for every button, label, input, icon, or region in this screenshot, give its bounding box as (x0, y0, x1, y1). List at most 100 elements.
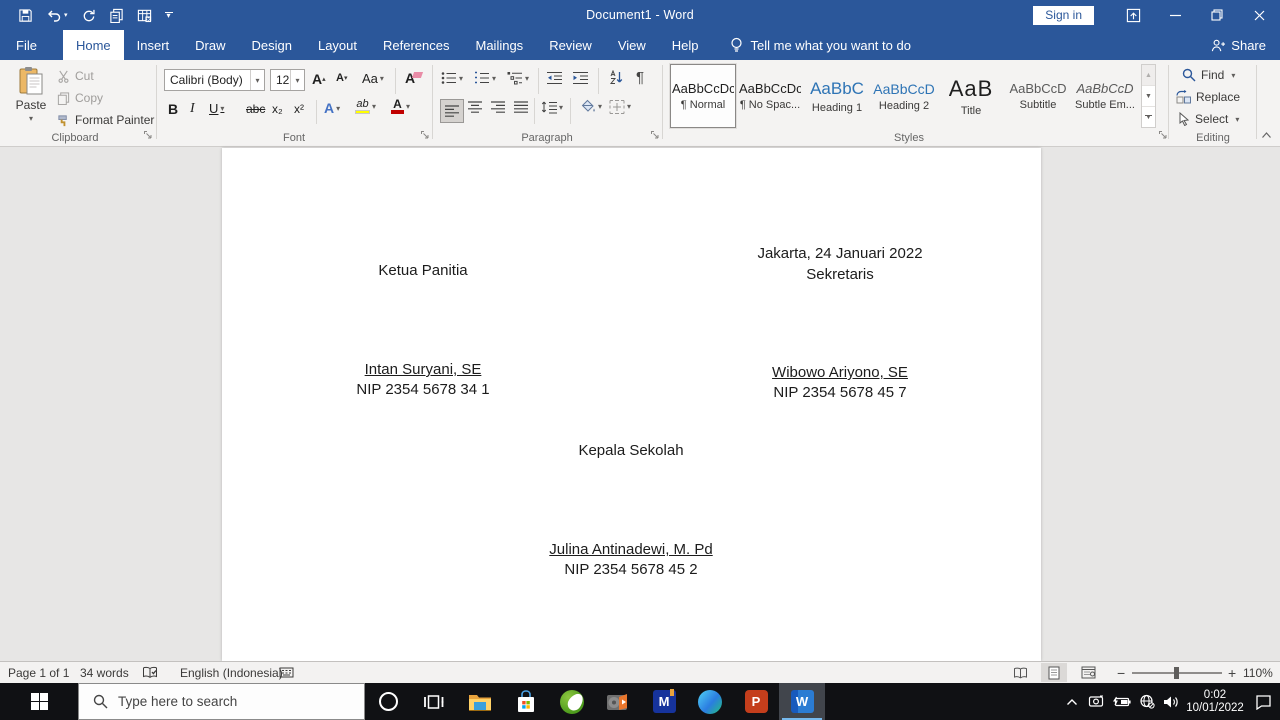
read-mode-button[interactable] (1007, 663, 1033, 682)
styles-scroll-up-button[interactable]: ▲ (1142, 65, 1155, 86)
highlight-button[interactable]: ab (355, 99, 376, 114)
font-color-button[interactable]: A (391, 98, 410, 114)
styles-dialog-launcher[interactable] (1158, 129, 1168, 143)
style-heading2[interactable]: AaBbCcD Heading 2 (871, 64, 937, 128)
doc-line[interactable]: NIP 2354 5678 45 7 (773, 384, 906, 401)
zoom-level[interactable]: 110% (1243, 662, 1273, 683)
copy-button[interactable]: Copy (57, 91, 103, 105)
zoom-in-button[interactable]: + (1228, 662, 1236, 683)
tray-recorder-button[interactable] (1084, 695, 1109, 709)
subscript-button[interactable]: x₂ (272, 102, 283, 116)
show-marks-button[interactable]: ¶ (636, 69, 644, 86)
word-count[interactable]: 34 words (80, 662, 129, 683)
increase-indent-button[interactable] (572, 71, 589, 85)
sign-in-button[interactable]: Sign in (1033, 5, 1094, 25)
styles-scroll-down-button[interactable]: ▼ (1142, 86, 1155, 107)
language-status[interactable]: English (Indonesia) (180, 662, 283, 683)
powerpoint-button[interactable]: P (733, 683, 779, 720)
text-effects-button[interactable]: A (324, 100, 340, 116)
align-center-button[interactable] (468, 101, 483, 114)
tab-home[interactable]: Home (62, 30, 124, 60)
tab-mailings[interactable]: Mailings (463, 30, 537, 60)
doc-line[interactable]: Sekretaris (806, 266, 874, 283)
file-explorer-button[interactable] (457, 683, 503, 720)
bold-button[interactable]: B (168, 101, 178, 117)
paragraph-dialog-launcher[interactable] (650, 129, 660, 143)
tell-me-box[interactable]: Tell me what you want to do (730, 30, 911, 60)
select-button[interactable]: Select (1178, 112, 1239, 126)
doc-line[interactable]: Ketua Panitia (378, 262, 467, 279)
doc-line[interactable]: Kepala Sekolah (578, 442, 683, 459)
tray-volume-button[interactable] (1159, 695, 1184, 709)
doc-line[interactable]: NIP 2354 5678 34 1 (356, 381, 489, 398)
style-subtitle[interactable]: AaBbCcD Subtitle (1005, 64, 1071, 128)
restore-button[interactable] (1196, 0, 1238, 30)
justify-button[interactable] (514, 101, 529, 114)
decrease-indent-button[interactable] (546, 71, 563, 85)
proofing-status-button[interactable] (142, 662, 158, 683)
underline-button[interactable]: U (209, 101, 224, 116)
cut-button[interactable]: Cut (57, 69, 94, 83)
grow-font-button[interactable]: A (312, 71, 326, 87)
tab-file[interactable]: File (0, 30, 53, 60)
paste-button[interactable]: Paste ▾ (10, 66, 52, 142)
macro-keyboard-button[interactable] (279, 662, 294, 683)
tab-review[interactable]: Review (536, 30, 605, 60)
cortana-button[interactable] (365, 683, 411, 720)
doc-line[interactable]: Intan Suryani, SE (365, 361, 482, 378)
ribbon-display-options-button[interactable] (1112, 0, 1154, 30)
close-button[interactable] (1238, 0, 1280, 30)
redo-button[interactable] (81, 8, 96, 23)
align-right-button[interactable] (491, 101, 506, 114)
align-left-button[interactable] (440, 99, 464, 123)
font-size-select[interactable]: 12 ▾ (270, 69, 305, 91)
action-center-button[interactable] (1246, 694, 1280, 710)
line-spacing-button[interactable] (541, 100, 563, 114)
tab-insert[interactable]: Insert (124, 30, 183, 60)
strikethrough-button[interactable]: abc (246, 102, 265, 116)
style-no-spacing[interactable]: AaBbCcDc ¶ No Spac... (737, 64, 803, 128)
edge-button[interactable] (687, 683, 733, 720)
collapse-ribbon-button[interactable] (1261, 128, 1272, 142)
format-painter-button[interactable]: Format Painter (57, 113, 154, 127)
italic-button[interactable]: I (190, 101, 195, 117)
zoom-slider-thumb[interactable] (1174, 667, 1179, 679)
doc-line[interactable]: Jakarta, 24 Januari 2022 (757, 245, 922, 262)
font-name-select[interactable]: Calibri (Body) ▾ (164, 69, 265, 91)
movie-maker-button[interactable] (595, 683, 641, 720)
doc-line[interactable]: NIP 2354 5678 45 2 (564, 561, 697, 578)
share-button[interactable]: Share (1210, 30, 1266, 60)
save-button[interactable] (18, 8, 33, 23)
microsoft-store-button[interactable] (503, 683, 549, 720)
shading-button[interactable] (579, 99, 602, 114)
doc-line[interactable]: Julina Antinadewi, M. Pd (549, 541, 712, 558)
clipboard-dialog-launcher[interactable] (143, 129, 153, 143)
start-button[interactable] (0, 683, 78, 720)
style-heading1[interactable]: AaBbC Heading 1 (804, 64, 870, 128)
font-dialog-launcher[interactable] (420, 129, 430, 143)
tab-references[interactable]: References (370, 30, 462, 60)
customize-qat-button[interactable]: ▾ (164, 11, 173, 20)
multilevel-list-button[interactable] (507, 71, 529, 85)
style-title[interactable]: AaB Title (938, 64, 1004, 128)
chevron-down-icon[interactable]: ▾ (290, 70, 304, 90)
zoom-out-button[interactable]: − (1117, 662, 1125, 683)
tray-network-button[interactable] (1134, 694, 1159, 709)
undo-button[interactable]: ▾ (46, 8, 68, 22)
clear-formatting-button[interactable]: A (405, 70, 415, 86)
borders-button[interactable] (609, 99, 631, 114)
doc-line[interactable]: Wibowo Ariyono, SE (772, 364, 908, 381)
tab-draw[interactable]: Draw (182, 30, 238, 60)
page-count[interactable]: Page 1 of 1 (8, 662, 69, 683)
tab-design[interactable]: Design (239, 30, 305, 60)
style-normal[interactable]: AaBbCcDc ¶ Normal (670, 64, 736, 128)
replace-button[interactable]: Replace (1176, 90, 1240, 104)
superscript-button[interactable]: x² (294, 102, 304, 116)
taskbar-search-input[interactable]: Type here to search (78, 683, 365, 720)
corel-app-button[interactable] (549, 683, 595, 720)
document-page[interactable]: Jakarta, 24 Januari 2022 Ketua Panitia S… (222, 148, 1041, 661)
zoom-slider-track[interactable] (1132, 667, 1222, 679)
undo-caret-icon[interactable]: ▾ (64, 11, 68, 19)
find-button[interactable]: Find (1182, 68, 1235, 82)
table-tool-button[interactable] (137, 8, 152, 23)
